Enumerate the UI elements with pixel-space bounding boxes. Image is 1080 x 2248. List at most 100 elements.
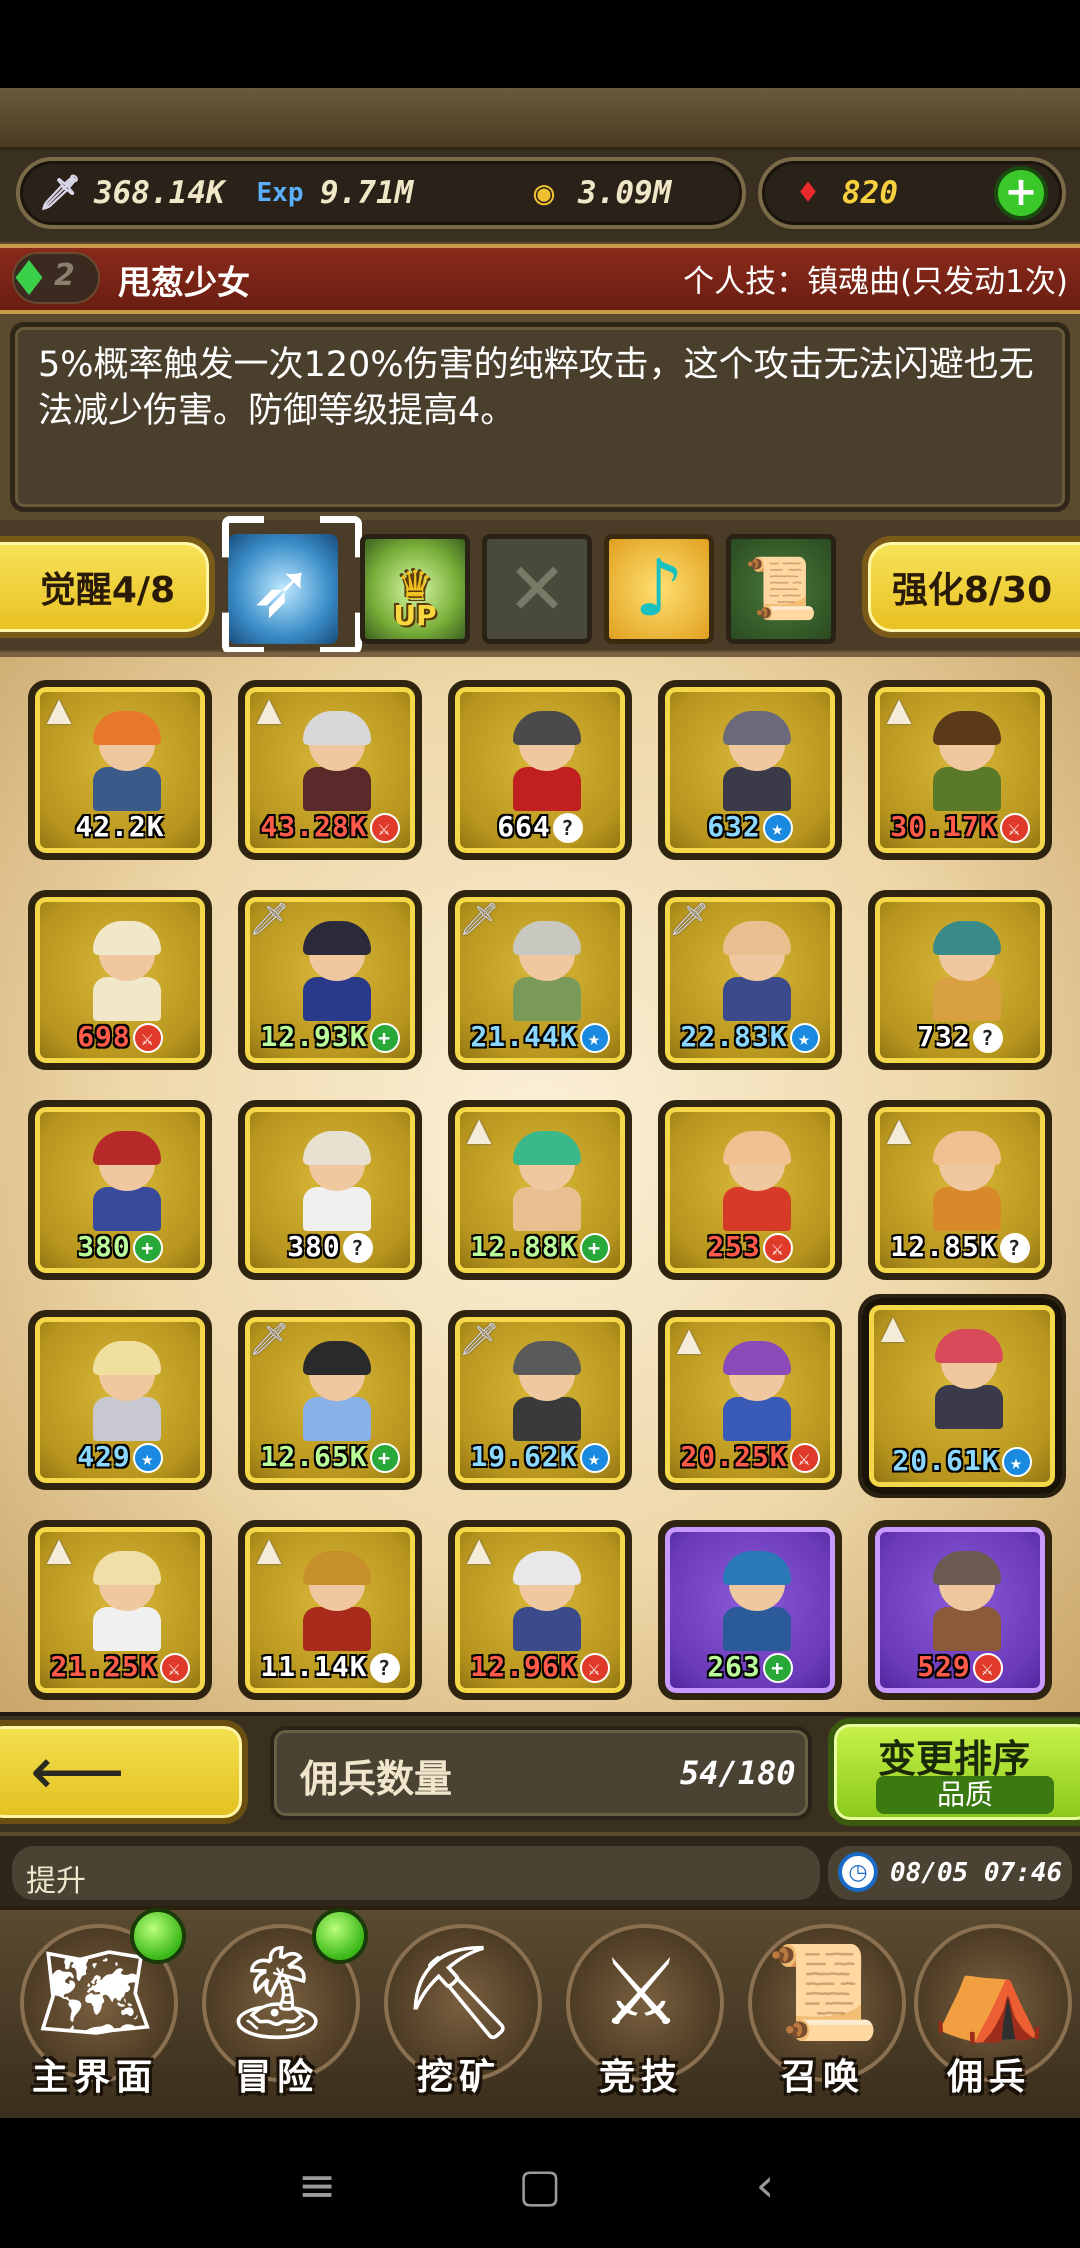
notification-dot xyxy=(130,1908,186,1964)
magic-type-icon: ★ xyxy=(762,813,793,843)
hero-portrait xyxy=(709,1131,805,1231)
hero-portrait xyxy=(921,1329,1017,1429)
portrait-hair xyxy=(513,1341,581,1375)
add-gem-button[interactable]: + xyxy=(994,166,1048,220)
nav-item[interactable]: ⛏ 挖矿 xyxy=(370,1910,548,2110)
portrait-hair xyxy=(513,921,581,955)
hero-card[interactable]: 🗡 12.93K + xyxy=(238,890,422,1070)
tent-rank-icon: ▲ xyxy=(46,1530,72,1568)
portrait-hair xyxy=(93,921,161,955)
tent-rank-icon: ▲ xyxy=(46,690,72,728)
nav-item[interactable]: 🏝 冒险 xyxy=(188,1908,368,2110)
support-type-icon: + xyxy=(369,1443,400,1473)
hero-portrait xyxy=(919,711,1015,811)
add-icon: + xyxy=(1004,169,1038,215)
hero-portrait xyxy=(919,1551,1015,1651)
sword-rank-icon: 🗡 xyxy=(249,900,290,938)
hero-portrait xyxy=(79,1131,175,1231)
support-type-icon: + xyxy=(579,1233,610,1263)
hero-card[interactable]: 529 ⚔ xyxy=(868,1520,1052,1700)
back-icon[interactable]: ‹ xyxy=(730,2150,800,2220)
nav-item[interactable]: 🗺 主界面 xyxy=(6,1908,186,2110)
enhance-button[interactable]: 强化8/30 xyxy=(862,536,1080,638)
hero-card[interactable]: ▲ 42.2K xyxy=(28,680,212,860)
hero-card[interactable]: 429 ★ xyxy=(28,1310,212,1490)
hero-name: 甩葱少女 xyxy=(118,263,250,302)
hero-card[interactable]: ▲ 20.25K ⚔ xyxy=(658,1310,842,1490)
hero-card[interactable]: 🗡 19.62K ★ xyxy=(448,1310,632,1490)
portrait-hair xyxy=(303,921,371,955)
hero-card[interactable]: ▲ 30.17K ⚔ xyxy=(868,680,1052,860)
portrait-body xyxy=(93,977,161,1021)
awaken-button[interactable]: 觉醒4/8 xyxy=(0,536,215,638)
green-gem-icon: ♦ xyxy=(7,251,51,307)
hero-card[interactable]: 🗡 21.44K ★ xyxy=(448,890,632,1070)
up-crown-icon[interactable]: ♛ UP xyxy=(360,534,470,644)
hero-card[interactable]: 253 ⚔ xyxy=(658,1100,842,1280)
hero-card[interactable]: ▲ 11.14K? xyxy=(238,1520,422,1700)
menu-icon[interactable]: ≡ xyxy=(282,2150,352,2220)
hero-power-value: 12.93K xyxy=(260,1020,368,1053)
hero-power: 22.83K ★ xyxy=(665,1020,835,1053)
hero-card[interactable]: ▲ 12.96K ⚔ xyxy=(448,1520,632,1700)
nav-item[interactable]: ⛺ 佣兵 xyxy=(900,1910,1078,2110)
portrait-hair xyxy=(723,1131,791,1165)
portrait-hair xyxy=(303,711,371,745)
tent-rank-icon: ▲ xyxy=(880,1308,906,1346)
portrait-body xyxy=(303,1397,371,1441)
support-type-icon: + xyxy=(132,1233,163,1263)
hero-card[interactable]: ▲ 21.25K ⚔ xyxy=(28,1520,212,1700)
hero-power: 21.25K ⚔ xyxy=(35,1650,205,1683)
hero-portrait xyxy=(499,711,595,811)
hero-card[interactable]: 263 + xyxy=(658,1520,842,1700)
crossed-swords-icon: ⚔ xyxy=(599,1939,683,2046)
hero-card[interactable]: ▲ 12.85K? xyxy=(868,1100,1052,1280)
hero-card[interactable]: 🗡 22.83K ★ xyxy=(658,890,842,1070)
hero-power-value: 11.14K xyxy=(260,1650,368,1683)
hero-power: 12.85K? xyxy=(875,1230,1045,1263)
portrait-hair xyxy=(303,1131,371,1165)
hero-count-value: 54/180 xyxy=(680,1754,796,1792)
hero-power: 19.62K ★ xyxy=(455,1440,625,1473)
sword-rank-icon: 🗡 xyxy=(459,900,500,938)
portrait-hair xyxy=(303,1551,371,1585)
music-note-icon[interactable]: ♪ xyxy=(604,534,714,644)
status-bar xyxy=(0,0,1080,88)
portrait-body xyxy=(723,977,791,1021)
hero-card[interactable]: 732? xyxy=(868,890,1052,1070)
hero-card[interactable]: 🗡 12.65K + xyxy=(238,1310,422,1490)
exp-icon: Exp xyxy=(256,178,304,208)
hero-card[interactable]: 698 ⚔ xyxy=(28,890,212,1070)
portrait-hair xyxy=(93,1551,161,1585)
clock-icon: ◷ xyxy=(838,1852,878,1892)
exp-total: Exp 9.71M xyxy=(250,160,414,226)
portrait-body xyxy=(723,1607,791,1651)
hero-card[interactable]: ▲ 43.28K ⚔ xyxy=(238,680,422,860)
portrait-body xyxy=(513,1187,581,1231)
portrait-body xyxy=(723,1187,791,1231)
nav-label: 主界面 xyxy=(31,2057,158,2098)
attack-type-icon: ⚔ xyxy=(159,1653,190,1683)
hero-card[interactable]: 380? xyxy=(238,1100,422,1280)
ruby-icon: ♦ xyxy=(797,173,819,213)
hero-card[interactable]: 632 ★ xyxy=(658,680,842,860)
hero-portrait xyxy=(289,1551,385,1651)
sword-rank-icon: 🗡 xyxy=(459,1320,500,1358)
portrait-hair xyxy=(723,1551,791,1585)
scroll-icon[interactable]: 📜 xyxy=(726,534,836,644)
hero-portrait xyxy=(709,921,805,1021)
hero-card[interactable]: ▲ 12.88K + xyxy=(448,1100,632,1280)
tent-icon: ⛺ xyxy=(931,1939,1047,2046)
hero-power-value: 20.61K xyxy=(892,1444,1000,1477)
hero-power-value: 380 xyxy=(77,1230,131,1263)
hero-portrait xyxy=(289,1131,385,1231)
gem-value: 820 xyxy=(842,175,898,211)
hero-card[interactable]: 380 + xyxy=(28,1100,212,1280)
hero-power: 732? xyxy=(875,1020,1045,1053)
hero-card[interactable]: ▲ 20.61K ★ xyxy=(862,1298,1062,1494)
hero-card[interactable]: 664? xyxy=(448,680,632,860)
nav-item[interactable]: 📜 召唤 xyxy=(734,1910,912,2110)
nav-item[interactable]: ⚔ 竞技 xyxy=(552,1910,730,2110)
skill-level: 2 xyxy=(54,258,75,293)
home-icon[interactable]: ▢ xyxy=(505,2150,575,2220)
